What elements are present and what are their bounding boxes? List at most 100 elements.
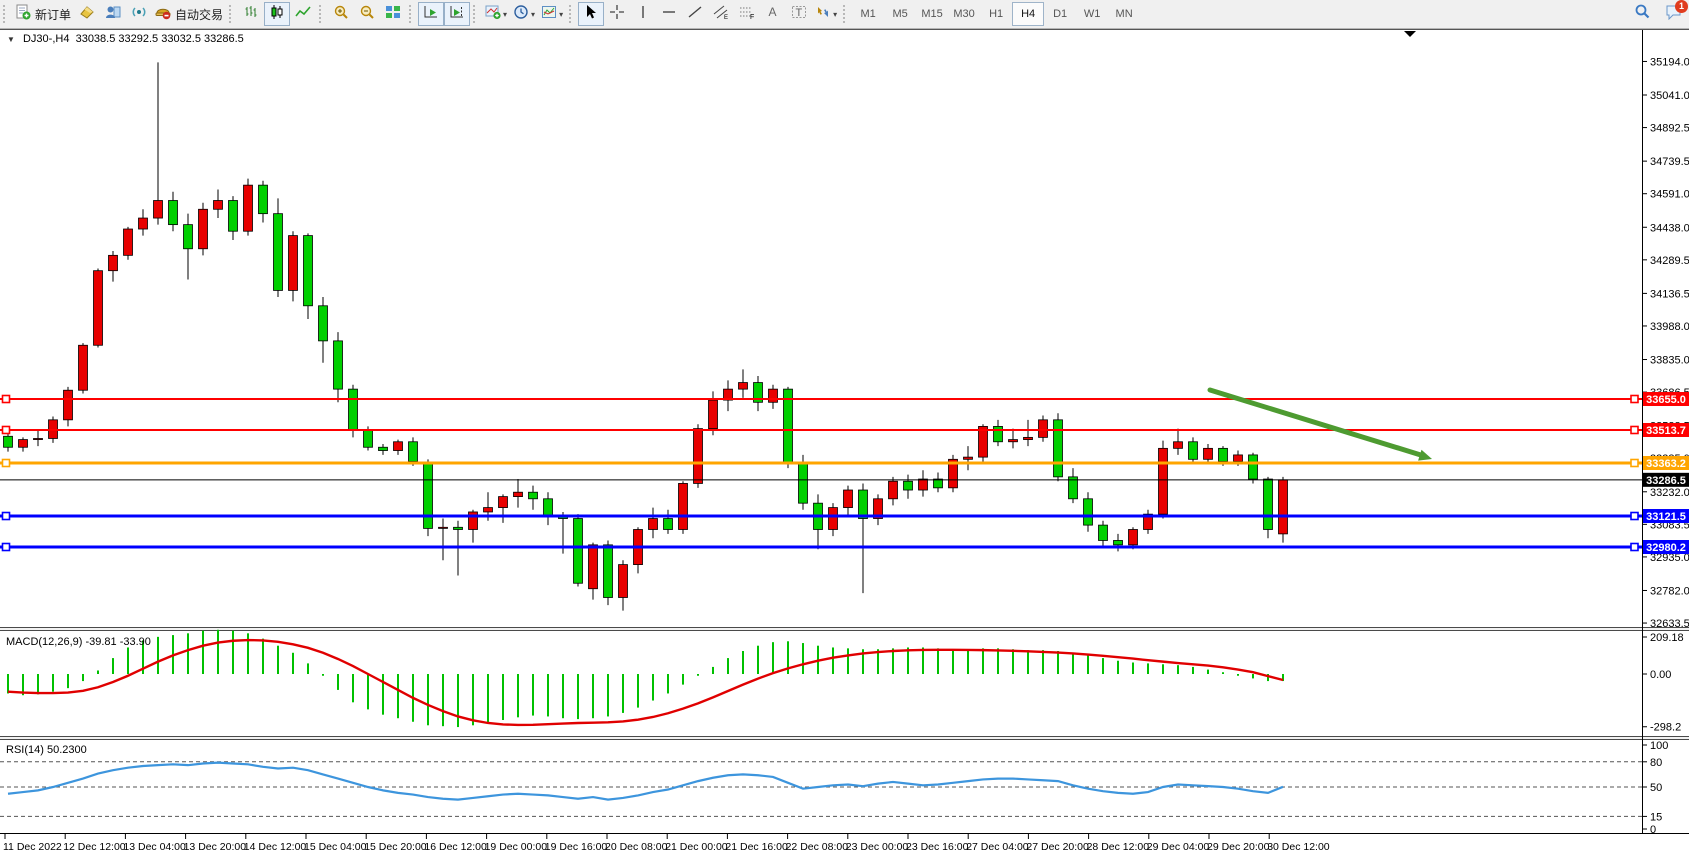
price-tick-label: 34438.0 <box>1650 222 1689 234</box>
bear-candle <box>349 389 358 430</box>
auto-scroll-button[interactable] <box>418 2 444 26</box>
terminal-window: 新订单 自动交易 <box>0 0 1689 863</box>
line-handle[interactable] <box>1631 460 1638 467</box>
bull-candle <box>589 545 598 589</box>
chevron-down-icon: ▾ <box>833 10 837 19</box>
line-handle[interactable] <box>3 426 10 433</box>
signals-button[interactable] <box>126 2 152 26</box>
cursor-button[interactable] <box>578 2 604 26</box>
chart-menu-triangle-icon[interactable]: ▼ <box>7 35 15 44</box>
time-tick-label: 20 Dec 08:00 <box>605 841 668 853</box>
bear-candle <box>1219 448 1228 461</box>
text-button[interactable]: A <box>760 2 786 26</box>
line-handle[interactable] <box>3 513 10 520</box>
profiles-button[interactable] <box>100 2 126 26</box>
timeframe-h4[interactable]: H4 <box>1012 2 1044 26</box>
bear-candle <box>274 214 283 291</box>
price-tick-label: 34591.0 <box>1650 189 1689 201</box>
horizontal-line-button[interactable] <box>656 2 682 26</box>
time-tick-label: 30 Dec 12:00 <box>1267 841 1330 853</box>
vertical-line-button[interactable] <box>630 2 656 26</box>
tile-windows-button[interactable] <box>380 2 406 26</box>
periods-button[interactable]: ▾ <box>510 2 538 26</box>
bear-candle <box>364 430 373 447</box>
time-tick-label: 27 Dec 20:00 <box>1026 841 1089 853</box>
toolbar-gripper[interactable] <box>843 5 849 23</box>
zoom-out-button[interactable] <box>354 2 380 26</box>
search-icon <box>1634 3 1651 25</box>
bull-candle <box>1204 448 1213 459</box>
templates-button[interactable]: ▾ <box>538 2 566 26</box>
chart-canvas[interactable]: 35194.035041.034892.534739.534591.034438… <box>0 29 1689 863</box>
line-handle[interactable] <box>1631 513 1638 520</box>
notifications-button[interactable]: 1 <box>1665 4 1683 25</box>
timeframe-m30[interactable]: M30 <box>948 2 980 26</box>
toolbar-right: 1 <box>1629 2 1683 26</box>
bear-candle <box>229 201 238 232</box>
bear-candle <box>1099 525 1108 540</box>
toolbar-gripper[interactable] <box>473 5 479 23</box>
indicators-button[interactable]: ▾ <box>482 2 510 26</box>
trendline-button[interactable] <box>682 2 708 26</box>
line-handle[interactable] <box>3 544 10 551</box>
toolbar-gripper[interactable] <box>3 5 9 23</box>
price-badge-33513.7: 33513.7 <box>1643 423 1689 437</box>
arrows-button[interactable]: ▾ <box>812 2 840 26</box>
bear-candle <box>184 225 193 249</box>
search-button[interactable] <box>1629 2 1655 26</box>
equidistant-channel-button[interactable]: E <box>708 2 734 26</box>
line-handle[interactable] <box>3 460 10 467</box>
candlestick-chart-button[interactable] <box>264 2 290 26</box>
new-order-icon <box>15 4 31 25</box>
chart-area: 35194.035041.034892.534739.534591.034438… <box>0 29 1689 863</box>
new-order-button[interactable]: 新订单 <box>12 2 74 26</box>
price-tick-label: 33835.0 <box>1650 355 1689 367</box>
line-handle[interactable] <box>1631 544 1638 551</box>
bull-candle <box>829 508 838 530</box>
price-tick-label: 35194.0 <box>1650 56 1689 68</box>
toolbar-gripper[interactable] <box>319 5 325 23</box>
price-badge-label: 33655.0 <box>1646 394 1686 406</box>
rsi-tick-label: 80 <box>1650 757 1662 769</box>
zoom-in-button[interactable] <box>328 2 354 26</box>
timeframe-m1[interactable]: M1 <box>852 2 884 26</box>
crosshair-button[interactable] <box>604 2 630 26</box>
line-chart-button[interactable] <box>290 2 316 26</box>
chart-symbol-period: DJ30-,H4 <box>23 33 69 45</box>
time-tick-label: 22 Dec 08:00 <box>786 841 849 853</box>
timeframe-mn[interactable]: MN <box>1108 2 1140 26</box>
chart-ohlc-values: 33038.5 33292.5 33032.5 33286.5 <box>76 33 244 45</box>
timeframe-w1[interactable]: W1 <box>1076 2 1108 26</box>
timeframe-m5[interactable]: M5 <box>884 2 916 26</box>
chart-shift-button[interactable] <box>444 2 470 26</box>
bull-candle <box>1039 420 1048 438</box>
time-tick-label: 13 Dec 20:00 <box>184 841 247 853</box>
pane-separator[interactable] <box>0 736 1689 740</box>
fibonacci-button[interactable]: F <box>734 2 760 26</box>
pane-separator[interactable] <box>0 627 1689 631</box>
toolbar-gripper[interactable] <box>569 5 575 23</box>
chevron-down-icon: ▾ <box>503 10 507 19</box>
crosshair-icon <box>609 4 625 25</box>
bar-chart-button[interactable] <box>238 2 264 26</box>
auto-trading-button[interactable]: 自动交易 <box>152 2 226 26</box>
line-handle[interactable] <box>1631 396 1638 403</box>
toolbar-gripper[interactable] <box>229 5 235 23</box>
line-handle[interactable] <box>1631 426 1638 433</box>
bull-candle <box>79 345 88 390</box>
bull-candle <box>1129 530 1138 545</box>
toolbar-gripper[interactable] <box>409 5 415 23</box>
bull-candle <box>1174 442 1183 449</box>
timeframe-d1[interactable]: D1 <box>1044 2 1076 26</box>
time-tick-label: 21 Dec 16:00 <box>725 841 788 853</box>
timeframe-m15[interactable]: M15 <box>916 2 948 26</box>
line-chart-icon <box>295 4 311 25</box>
line-handle[interactable] <box>3 396 10 403</box>
svg-text:T: T <box>796 7 803 19</box>
bear-candle <box>994 426 1003 441</box>
timeframe-h1[interactable]: H1 <box>980 2 1012 26</box>
bull-candle <box>919 479 928 490</box>
text-label-button[interactable]: T <box>786 2 812 26</box>
price-tick-label: 34739.5 <box>1650 156 1689 168</box>
eraser-button[interactable] <box>74 2 100 26</box>
